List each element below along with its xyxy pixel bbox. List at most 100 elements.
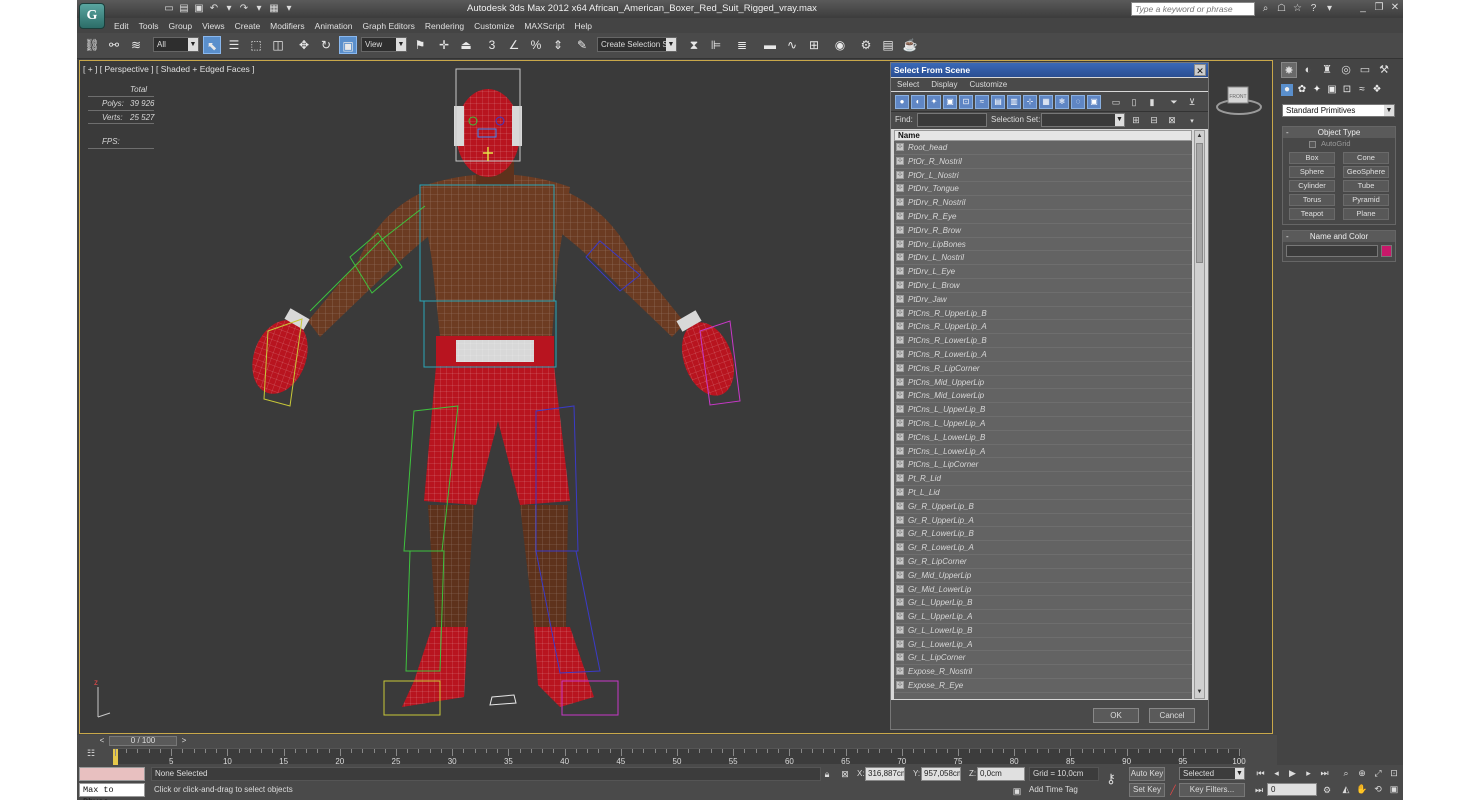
add-time-tag[interactable]: Add Time Tag	[1029, 785, 1078, 794]
cylinder-button[interactable]: Cylinder	[1289, 180, 1335, 192]
redo-dropdown-icon[interactable]: ▾	[253, 3, 265, 15]
current-frame-field[interactable]: 0	[1267, 783, 1317, 796]
cameras-icon[interactable]: ▣	[1326, 84, 1338, 96]
bind-space-warp-icon[interactable]: ≋	[127, 36, 145, 54]
list-item[interactable]: ⊹ PtCns_R_LowerLip_A	[894, 348, 1192, 362]
find-input[interactable]	[917, 113, 987, 127]
play-icon[interactable]: ▶	[1285, 767, 1300, 780]
display-lights-icon[interactable]: ✦	[927, 95, 941, 109]
render-setup-icon[interactable]: ⚙	[857, 36, 875, 54]
display-hidden-icon[interactable]: ◌	[1071, 95, 1085, 109]
pan-icon[interactable]: ✋	[1355, 783, 1369, 796]
material-editor-icon[interactable]: ◉	[831, 36, 849, 54]
list-item[interactable]: ⊹ PtDrv_R_Nostril	[894, 196, 1192, 210]
list-item[interactable]: ⊹ Gr_R_UpperLip_B	[894, 500, 1192, 514]
list-item[interactable]: ⊹ PtCns_L_UpperLip_A	[894, 417, 1192, 431]
cone-button[interactable]: Cone	[1343, 152, 1389, 164]
geometry-icon[interactable]: ●	[1281, 84, 1293, 96]
list-item[interactable]: ⊹ PtCns_R_UpperLip_A	[894, 320, 1192, 335]
list-item[interactable]: ⊹ PtCns_L_UpperLip_B	[894, 403, 1192, 417]
maxscript-listener-input[interactable]: Max to Physc	[79, 783, 145, 800]
sphere-button[interactable]: Sphere	[1289, 166, 1335, 178]
reference-coordinate-dropdown[interactable]: View ▼	[361, 37, 407, 52]
time-tag-icon[interactable]: ▣	[1011, 785, 1023, 797]
key-selection-dropdown[interactable]: Selected ▼	[1179, 767, 1245, 780]
next-key-icon[interactable]: ▸	[1301, 767, 1316, 780]
select-dependents-icon[interactable]: ⊟	[1147, 113, 1161, 127]
key-filters-button[interactable]: Key Filters...	[1179, 783, 1245, 797]
key-mode-icon[interactable]: ╱	[1167, 784, 1179, 796]
lock-icon[interactable]: 🔒︎	[821, 768, 833, 780]
list-item[interactable]: ⊹ PtCns_Mid_LowerLip	[894, 389, 1192, 404]
redo-icon[interactable]: ↷	[238, 3, 250, 15]
save-icon[interactable]: ▣	[193, 3, 205, 15]
list-item[interactable]: ⊹ Gr_R_LipCorner	[894, 555, 1192, 569]
angle-snap-icon[interactable]: ∠	[505, 36, 523, 54]
communication-center-icon[interactable]: ☖	[1275, 2, 1288, 15]
geosphere-button[interactable]: GeoSphere	[1343, 166, 1389, 178]
display-invert-icon[interactable]: ▯	[1127, 95, 1141, 109]
set-key-icon[interactable]: ⚷	[1105, 772, 1117, 785]
menu-group[interactable]: Group	[164, 19, 198, 33]
key-mode-toggle-icon[interactable]: ⏭	[1253, 784, 1265, 796]
app-logo-icon[interactable]: G	[79, 3, 105, 29]
space-warps-icon[interactable]: ≈	[1356, 84, 1368, 96]
object-color-swatch[interactable]	[1381, 245, 1392, 257]
list-item[interactable]: ⊹ PtDrv_L_Nostril	[894, 251, 1192, 266]
set-key-button[interactable]: Set Key	[1129, 783, 1165, 797]
spinner-snap-icon[interactable]: ⇕	[549, 36, 567, 54]
list-item[interactable]: ⊹ PtCns_Mid_UpperLip	[894, 376, 1192, 390]
rotate-icon[interactable]: ↻	[317, 36, 335, 54]
dialog-menu-display[interactable]: Display	[925, 78, 963, 91]
favorites-icon[interactable]: ☆	[1291, 2, 1304, 15]
display-groups-icon[interactable]: ▤	[991, 95, 1005, 109]
sync-selection-icon[interactable]: ⊠	[1165, 113, 1179, 127]
menu-animation[interactable]: Animation	[310, 19, 358, 33]
zoom-icon[interactable]: ⌕	[1339, 767, 1353, 780]
column-header-name[interactable]: Name	[894, 130, 1192, 141]
absolute-mode-icon[interactable]: ⊠	[839, 768, 851, 780]
zoom-extents-icon[interactable]: ⤢	[1371, 767, 1385, 780]
unlink-icon[interactable]: ⚯	[105, 36, 123, 54]
percent-snap-icon[interactable]: %	[527, 36, 545, 54]
curve-editor-icon[interactable]: ∿	[783, 36, 801, 54]
scroll-up-icon[interactable]: ▲	[1196, 132, 1203, 141]
name-and-color-header[interactable]: - Name and Color	[1283, 231, 1395, 242]
list-item[interactable]: ⊹ Gr_Mid_LowerLip	[894, 583, 1192, 597]
list-item[interactable]: ⊹ PtCns_R_LowerLip_B	[894, 334, 1192, 348]
display-space-warps-icon[interactable]: ≈	[975, 95, 989, 109]
object-type-header[interactable]: - Object Type	[1283, 127, 1395, 138]
viewcube-front-label[interactable]: FRONT	[1229, 94, 1246, 100]
scrollbar-thumb[interactable]	[1196, 143, 1203, 263]
cancel-button[interactable]: Cancel	[1149, 708, 1195, 723]
zoom-extents-all-icon[interactable]: ⊡	[1387, 767, 1401, 780]
dialog-menu-select[interactable]: Select	[891, 78, 925, 91]
schematic-view-icon[interactable]: ⊞	[805, 36, 823, 54]
display-cameras-icon[interactable]: ▣	[943, 95, 957, 109]
viewcube[interactable]: FRONT	[1216, 83, 1262, 117]
display-all-icon[interactable]: ▣	[1087, 95, 1101, 109]
link-icon[interactable]: ⛓	[83, 36, 101, 54]
undo-icon[interactable]: ↶	[208, 3, 220, 15]
list-item[interactable]: ⊹ Gr_R_LowerLip_A	[894, 541, 1192, 555]
autogrid-checkbox[interactable]: AutoGrid	[1283, 138, 1395, 150]
project-folder-icon[interactable]: ▦	[268, 3, 280, 15]
lights-icon[interactable]: ✦	[1311, 84, 1323, 96]
new-file-icon[interactable]: ▭	[163, 3, 175, 15]
close-icon[interactable]: ✕	[1389, 2, 1401, 14]
mini-curve-editor-icon[interactable]: ☷	[82, 748, 100, 762]
list-item[interactable]: ⊹ PtDrv_R_Eye	[894, 210, 1192, 224]
track-bar[interactable]: 5 10 15 20 25 30 35 40 45 50 55 60 65 70 75 80 85 90 95 100	[113, 748, 1246, 766]
list-item[interactable]: ⊹ Pt_R_Lid	[894, 472, 1192, 486]
display-tab-icon[interactable]: ▭	[1357, 62, 1373, 78]
menu-create[interactable]: Create	[230, 19, 266, 33]
list-item[interactable]: ⊹ Expose_R_Nostril	[894, 665, 1192, 680]
go-to-start-icon[interactable]: ⏮	[1253, 767, 1268, 780]
list-item[interactable]: ⊹ PtOr_L_Nostri	[894, 169, 1192, 183]
layer-manager-icon[interactable]: ≣	[733, 36, 751, 54]
mirror-icon[interactable]: ⧗	[685, 36, 703, 54]
snaps-toggle-icon[interactable]: 3	[483, 36, 501, 54]
list-item[interactable]: ⊹ Root_head	[894, 141, 1192, 155]
filter-options-icon[interactable]: ⊻	[1185, 95, 1199, 109]
search-input[interactable]: Type a keyword or phrase	[1131, 2, 1255, 16]
